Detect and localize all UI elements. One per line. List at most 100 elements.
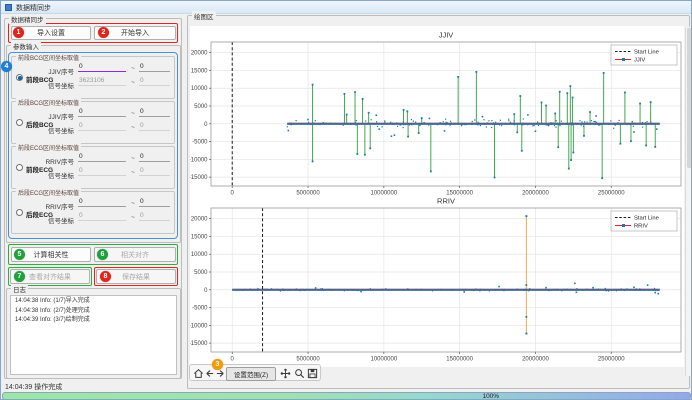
chart-rriv: 0 5000000 10000000 15000000 20000000 25000000…: [190, 197, 681, 363]
log-line: 14:04:38 Info: (1/7)导入完成: [15, 298, 176, 306]
coord-to-input[interactable]: [139, 121, 170, 131]
range-tilde: ~: [131, 214, 135, 221]
range-tilde: ~: [131, 110, 135, 117]
section-title: 后段ECG区间坐标取值: [16, 188, 81, 197]
left-group-label: 数据精同步: [9, 14, 46, 24]
svg-text:5000000: 5000000: [296, 191, 320, 197]
coord-from-input[interactable]: [78, 121, 126, 131]
param-section-rear-bcg: 后段BCG区间坐标取值 后段BCG JJIV序号 ~ 信号坐标 ~: [11, 101, 175, 144]
title-bar[interactable]: 数据精同步: [1, 1, 692, 14]
svg-text:5000: 5000: [194, 270, 208, 276]
svg-text:-10000: -10000: [190, 323, 208, 329]
set-range-button[interactable]: 设置范围(Z): [226, 367, 276, 381]
plot-group-label: 绘图区: [192, 11, 216, 21]
index-from-input[interactable]: [78, 152, 126, 162]
field-label-coord: 信号坐标: [34, 80, 74, 90]
param-section-front-ecg: 前段ECG区间坐标取值 前段ECG RRIV序号 ~ 信号坐标 ~: [11, 146, 175, 189]
zoom-icon[interactable]: [293, 367, 305, 380]
index-from-input[interactable]: [78, 62, 126, 72]
range-tilde: ~: [131, 79, 135, 86]
legend: Start Line JJIV: [611, 45, 677, 65]
range-tilde: ~: [131, 200, 135, 207]
range-tilde: ~: [131, 124, 135, 131]
log-textarea[interactable]: 14:04:38 Info: (1/7)导入完成 14:04:38 Info: …: [10, 295, 177, 375]
step-badge-8: 8: [100, 271, 111, 282]
range-tilde: ~: [131, 65, 135, 72]
step-badge-1: 1: [13, 27, 24, 38]
plot-scrollbar[interactable]: [685, 27, 691, 376]
radio-front-bcg[interactable]: [16, 74, 23, 81]
coord-to-input[interactable]: [139, 76, 170, 86]
step-badge-6: 6: [97, 249, 108, 260]
step-badge-7: 7: [14, 271, 25, 282]
index-to-input[interactable]: [139, 152, 170, 162]
index-to-input[interactable]: [139, 107, 170, 117]
coord-from-input[interactable]: [78, 211, 126, 221]
field-label-coord: 信号坐标: [34, 170, 74, 180]
field-label-index: JJIV序号: [34, 66, 74, 76]
coord-to-input[interactable]: [139, 166, 170, 176]
save-icon[interactable]: [306, 367, 318, 380]
svg-text:15000: 15000: [191, 234, 208, 240]
log-group-label: 日志: [11, 284, 28, 294]
svg-text:0: 0: [204, 122, 208, 128]
svg-text:10000000: 10000000: [370, 191, 397, 197]
svg-text:5000000: 5000000: [296, 357, 320, 363]
progress-text: 100%: [482, 393, 499, 400]
svg-text:25000000: 25000000: [598, 357, 625, 363]
index-to-input[interactable]: [139, 197, 170, 207]
radio-front-ecg[interactable]: [16, 164, 23, 171]
scrollbar-thumb[interactable]: [687, 28, 692, 168]
section-title: 前段ECG区间坐标取值: [16, 143, 81, 152]
log-line: 14:04:39 Info: (3/7)绘制完成: [15, 317, 176, 325]
index-to-input[interactable]: [139, 62, 170, 72]
svg-text:25000000: 25000000: [598, 191, 625, 197]
field-label-index: RRIV序号: [34, 156, 74, 166]
svg-text:15000000: 15000000: [446, 357, 473, 363]
svg-text:0: 0: [204, 288, 208, 294]
chart-title: JJIV: [439, 31, 454, 40]
coord-to-input[interactable]: [139, 211, 170, 221]
index-from-input[interactable]: [78, 107, 126, 117]
svg-text:20000000: 20000000: [522, 357, 549, 363]
svg-text:-15000: -15000: [190, 341, 208, 347]
field-label-index: JJIV序号: [34, 111, 74, 121]
range-tilde: ~: [131, 155, 135, 162]
radio-rear-bcg[interactable]: [16, 119, 23, 126]
coord-from-input[interactable]: [78, 76, 126, 86]
plot-canvas[interactable]: 0 5000000 10000000 15000000 20000000 25000000…: [190, 26, 684, 367]
svg-text:20000: 20000: [191, 217, 208, 223]
step-badge-3: 3: [212, 359, 223, 370]
section-title: 前段BCG区间坐标取值: [16, 53, 81, 62]
plot-toolbar: 设置范围(Z): [189, 364, 321, 381]
log-line: 14:04:38 Info: (2/7)处理完成: [15, 308, 176, 316]
app-icon: [5, 4, 12, 11]
app-window: 数据精同步 数据精同步 导入设置 开始导入 1 2 参数输入 4 前段BCG区间…: [0, 0, 692, 400]
field-label-index: RRIV序号: [34, 201, 74, 211]
svg-text:15000: 15000: [191, 68, 208, 74]
param-group-label: 参数输入: [11, 41, 41, 51]
svg-text:RRIV: RRIV: [634, 224, 648, 230]
param-section-rear-ecg: 后段ECG区间坐标取值 后段ECG RRIV序号 ~ 信号坐标 ~: [11, 191, 175, 234]
svg-text:JJIV: JJIV: [634, 58, 645, 64]
radio-rear-ecg[interactable]: [16, 209, 23, 216]
svg-text:-5000: -5000: [192, 140, 208, 146]
chart-jjiv: 0500000010000000150000002000000025000000…: [190, 31, 681, 197]
svg-text:Start Line: Start Line: [634, 216, 659, 222]
svg-text:Start Line: Start Line: [634, 50, 659, 56]
step-badge-5: 5: [14, 249, 25, 260]
svg-text:20000: 20000: [191, 51, 208, 57]
svg-text:5000: 5000: [194, 104, 208, 110]
step-badge-2: 2: [98, 27, 109, 38]
field-label-coord: 信号坐标: [34, 215, 74, 225]
index-from-input[interactable]: [78, 197, 126, 207]
status-message: 14:04:39 操作完成: [5, 382, 62, 392]
pan-icon[interactable]: [279, 367, 291, 380]
coord-from-input[interactable]: [78, 166, 126, 176]
svg-text:-10000: -10000: [190, 157, 208, 163]
svg-text:0: 0: [231, 357, 235, 363]
svg-text:10000000: 10000000: [370, 357, 397, 363]
svg-text:-15000: -15000: [190, 175, 208, 181]
progress-bar: 100%: [2, 392, 691, 400]
svg-text:-5000: -5000: [192, 306, 208, 312]
